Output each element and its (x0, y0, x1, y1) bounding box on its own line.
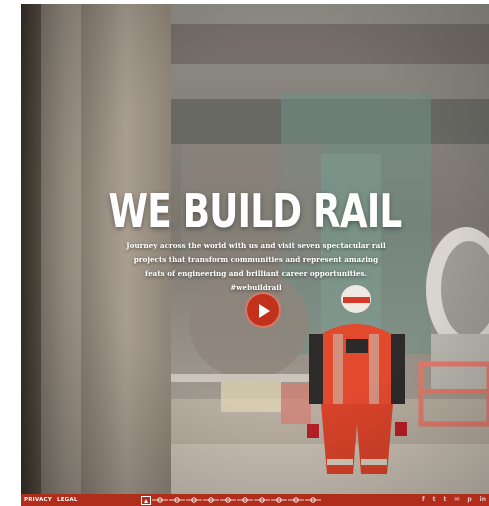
play-video-button[interactable] (245, 292, 281, 328)
footer-bar: PRIVACY LEGAL f t t ✉ p in (21, 494, 489, 506)
nav-dot-5[interactable] (220, 497, 236, 503)
tumblr-icon[interactable]: t (443, 495, 446, 505)
email-icon[interactable]: ✉ (454, 495, 459, 505)
nav-dot-8[interactable] (271, 497, 287, 503)
social-links: f t t ✉ p in (422, 495, 486, 505)
pinterest-icon[interactable]: p (467, 495, 471, 505)
linkedin-icon[interactable]: in (480, 495, 486, 505)
nav-home-icon[interactable] (141, 495, 151, 505)
nav-dot-3[interactable] (186, 497, 202, 503)
hero-title: WE BUILD RAIL (108, 184, 402, 238)
facebook-icon[interactable]: f (422, 495, 425, 505)
twitter-icon[interactable]: t (433, 495, 436, 505)
nav-dot-9[interactable] (288, 497, 304, 503)
section-navigation (141, 495, 321, 505)
nav-dot-7[interactable] (254, 497, 270, 503)
nav-dot-10[interactable] (305, 497, 321, 503)
play-icon (259, 304, 270, 318)
nav-dot-1[interactable] (152, 497, 168, 503)
nav-dot-2[interactable] (169, 497, 185, 503)
nav-dot-6[interactable] (237, 497, 253, 503)
privacy-link[interactable]: PRIVACY (24, 497, 52, 503)
nav-dot-4[interactable] (203, 497, 219, 503)
legal-link[interactable]: LEGAL (57, 497, 78, 503)
page-frame: WE BUILD RAIL Journey across the world w… (21, 4, 489, 506)
hero-description: Journey across the world with us and vis… (126, 241, 386, 292)
